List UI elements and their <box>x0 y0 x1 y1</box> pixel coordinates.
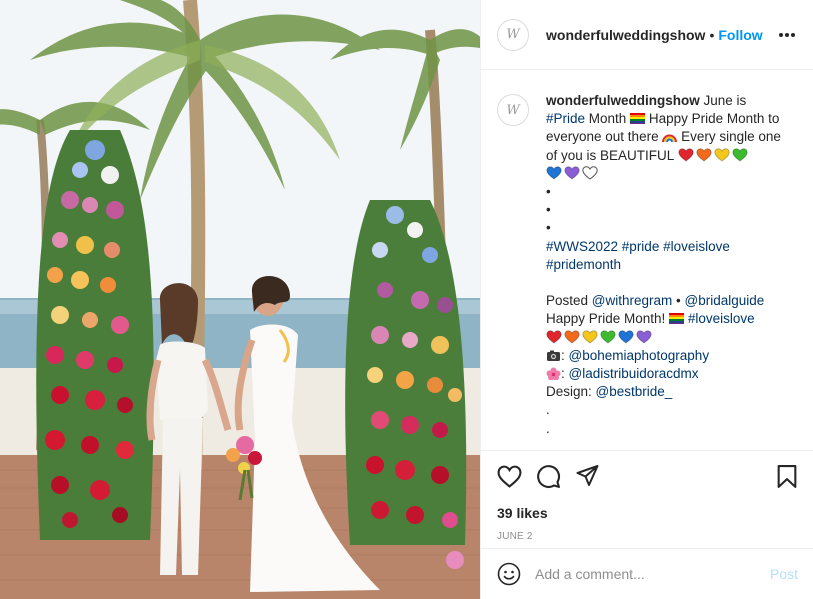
post-actions: 39 likes JUNE 2 <box>481 450 813 542</box>
hearts-row-3 <box>546 329 654 345</box>
post-header: W wonderfulweddingshow • Follow <box>481 0 813 70</box>
hashtag-pride[interactable]: #Pride <box>546 111 585 126</box>
hashtag[interactable]: #pride <box>622 239 660 254</box>
hashtag[interactable]: #WWS2022 <box>546 239 618 254</box>
heart-emoji-icon <box>582 329 598 344</box>
caption-text: Happy Pride Month! <box>546 311 670 327</box>
caption-text: Design: <box>546 384 596 400</box>
paper-plane-icon[interactable] <box>575 464 600 488</box>
hashtag[interactable]: #pridemonth <box>546 257 621 272</box>
caption-avatar[interactable]: W <box>497 94 529 126</box>
caption-text: Month <box>585 111 631 127</box>
heart-emoji-icon <box>695 147 712 162</box>
hearts-row-2 <box>546 166 600 181</box>
more-options-icon[interactable] <box>779 32 797 37</box>
caption-period: . <box>546 402 550 418</box>
heart-emoji-icon <box>546 329 562 344</box>
likes-count[interactable]: 39 likes <box>497 505 798 521</box>
post-comment-button[interactable]: Post <box>770 566 798 582</box>
caption-row: W wonderfulweddingshow June is #Pride Mo… <box>497 92 798 438</box>
heart-emoji-icon <box>731 147 748 162</box>
avatar-monogram: W <box>506 27 520 42</box>
rainbow-flag-icon <box>669 313 685 325</box>
left-flower-arch <box>36 130 154 540</box>
mention-link[interactable]: @ladistribuidoracdmx <box>569 366 699 381</box>
mention-link[interactable]: @bridalguide <box>685 293 765 308</box>
caption-avatar-monogram: W <box>506 102 520 118</box>
heart-emoji-icon <box>546 166 562 180</box>
username-link[interactable]: wonderfulweddingshow <box>546 27 705 43</box>
post-caption: wonderfulweddingshow June is #Pride Mont… <box>546 93 781 436</box>
bookmark-icon[interactable] <box>776 464 798 489</box>
caption-area: W wonderfulweddingshow June is #Pride Mo… <box>481 70 813 450</box>
heart-emoji-icon <box>582 166 598 180</box>
camera-icon <box>547 350 560 361</box>
hashtag[interactable]: #loveislove <box>663 239 730 254</box>
header-separator: • <box>709 26 715 43</box>
caption-dot: • <box>546 202 551 218</box>
heart-emoji-icon <box>564 166 580 180</box>
hibiscus-icon <box>546 367 561 381</box>
heart-emoji-icon <box>618 329 634 344</box>
hashtag[interactable]: #loveislove <box>688 311 755 326</box>
post-detail-panel: W wonderfulweddingshow • Follow W wonder… <box>480 0 813 599</box>
caption-dot: • <box>546 220 551 236</box>
wedding-photo-illustration <box>0 0 480 599</box>
caption-text: • <box>672 293 685 309</box>
heart-emoji-icon <box>636 329 652 344</box>
heart-outline-icon[interactable] <box>497 465 522 488</box>
comment-bubble-icon[interactable] <box>536 464 561 489</box>
caption-username[interactable]: wonderfulweddingshow <box>546 93 700 108</box>
post-date[interactable]: JUNE 2 <box>497 531 798 542</box>
heart-emoji-icon <box>600 329 616 344</box>
mention-link[interactable]: @bestbride_ <box>596 384 673 399</box>
caption-period: . <box>546 420 550 436</box>
right-flower-arch <box>345 200 467 569</box>
rainbow-flag-icon <box>630 113 646 125</box>
mention-link[interactable]: @withregram <box>592 293 672 308</box>
caption-text: Posted <box>546 293 592 309</box>
caption-dot: • <box>546 184 551 200</box>
comment-input[interactable] <box>535 566 755 582</box>
smiley-icon[interactable] <box>497 562 521 586</box>
post-photo[interactable] <box>0 0 480 599</box>
heart-emoji-icon <box>713 147 730 162</box>
heart-emoji-icon <box>677 147 694 162</box>
heart-emoji-icon <box>564 329 580 344</box>
follow-button[interactable]: Follow <box>718 27 762 43</box>
action-icons <box>497 463 798 489</box>
mention-link[interactable]: @bohemiaphotography <box>569 348 710 363</box>
rainbow-icon <box>662 134 678 143</box>
caption-text: June is <box>699 93 747 108</box>
avatar[interactable]: W <box>497 18 529 51</box>
comment-bar: Post <box>481 548 813 599</box>
hearts-row-1 <box>677 147 750 163</box>
